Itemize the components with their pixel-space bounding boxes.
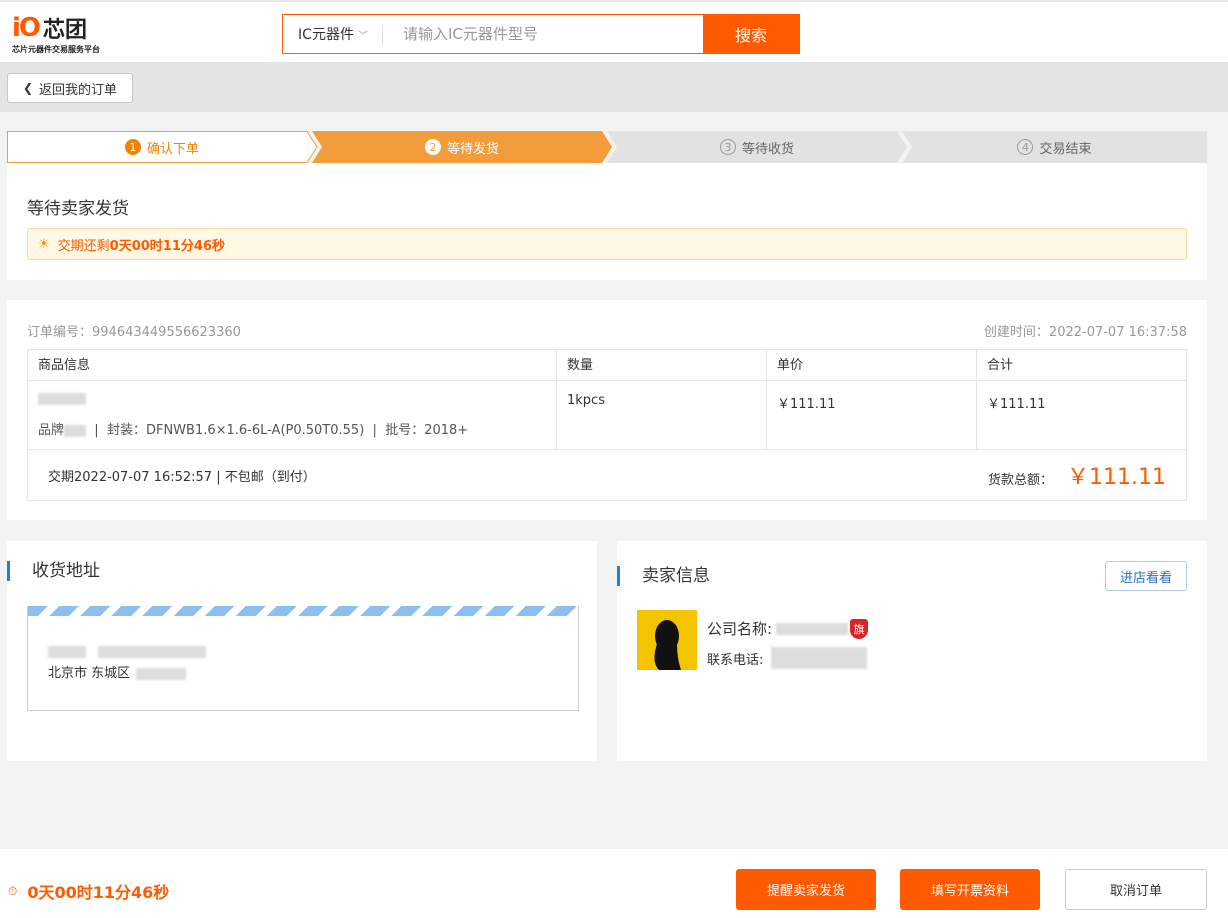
- address-detail-redacted: [136, 667, 187, 680]
- brand-label: 品牌: [38, 423, 65, 438]
- step-trade-complete: 4 交易结束: [902, 131, 1207, 163]
- order-progress-steps: 1 确认下单 2 等待发货 3 等待收货 4 交易结束: [7, 131, 1207, 163]
- timer-icon: ⏱: [8, 883, 18, 898]
- step-label: 等待发货: [446, 141, 499, 157]
- step-label: 等待收货: [741, 141, 794, 157]
- address-line: 北京市 东城区: [48, 662, 187, 681]
- nav-band: [0, 62, 1228, 112]
- unit-price-cell: ￥111.11: [767, 381, 977, 450]
- column-header: 商品信息: [28, 350, 557, 381]
- table-row: 品牌 | 封装：DFNWB1.6×1.6-6L-A(P0.50T0.55) | …: [28, 381, 1186, 450]
- search-category-label: IC元器件: [298, 27, 354, 43]
- seller-avatar: [637, 610, 697, 670]
- product-info-cell: 品牌 | 封装：DFNWB1.6×1.6-6L-A(P0.50T0.55) | …: [28, 381, 557, 450]
- lightbulb-icon: ☀: [38, 236, 50, 252]
- total-amount: ￥111.11: [1067, 465, 1166, 490]
- logo-mark: iO: [12, 13, 41, 43]
- order-number-label: 订单编号：: [27, 325, 93, 340]
- order-total: 货款总额： ￥111.11: [988, 459, 1166, 491]
- brand-redacted: [64, 424, 87, 437]
- delivery-countdown-notice: ☀ 交期还剩 0天00时11分46秒: [27, 228, 1187, 260]
- company-name: 公司名称: 旗: [707, 618, 869, 639]
- search-input[interactable]: [383, 15, 703, 53]
- column-header: 合计: [977, 350, 1186, 381]
- order-number: 订单编号：994643449556623360: [27, 321, 241, 340]
- phone-redacted: [771, 647, 868, 669]
- status-title: 等待卖家发货: [27, 199, 129, 219]
- address-box: 北京市 东城区: [27, 606, 579, 711]
- created-time: 创建时间：2022-07-07 16:37:58: [984, 321, 1187, 340]
- created-time-value: 2022-07-07 16:37:58: [1048, 325, 1187, 340]
- bottom-action-bar: ⏱ 0天00时11分46秒 提醒卖家发货 填写开票资料 取消订单: [0, 849, 1228, 918]
- delivery-info: 交期2022-07-07 16:52:57 | 不包邮（到付）: [48, 469, 316, 485]
- flagship-badge-icon: 旗: [850, 618, 869, 639]
- countdown-timer: ⏱ 0天00时11分46秒: [8, 879, 169, 903]
- step-confirm-order: 1 确认下单: [7, 131, 317, 163]
- batch-value: 2018+: [424, 423, 469, 438]
- package-label: 封装：: [106, 423, 146, 438]
- recipient-phone-redacted: [98, 646, 207, 658]
- table-header: 商品信息 数量 单价 合计: [28, 350, 1186, 381]
- step-label: 确认下单: [146, 141, 199, 157]
- step-number: 2: [424, 139, 441, 155]
- quantity-cell: 1kpcs: [557, 381, 767, 450]
- silhouette-icon: [654, 620, 681, 670]
- order-items-table: 商品信息 数量 单价 合计 品牌 | 封装：DFNWB1.6×1.6-6L-A(…: [27, 349, 1187, 501]
- created-time-label: 创建时间：: [983, 325, 1049, 340]
- company-label: 公司名称:: [707, 620, 773, 638]
- search-bar: IC元器件 ﹀ 搜索: [282, 14, 800, 54]
- recipient-redacted: [48, 644, 207, 660]
- notice-time: 0天00时11分46秒: [109, 238, 225, 254]
- step-number: 4: [1017, 139, 1034, 155]
- order-summary-row: 交期2022-07-07 16:52:57 | 不包邮（到付） 货款总额： ￥1…: [28, 450, 1186, 500]
- address-city: 北京市 东城区: [48, 666, 131, 681]
- column-header: 数量: [557, 350, 767, 381]
- step-awaiting-receipt: 3 等待收货: [607, 131, 907, 163]
- envelope-stripe: [28, 606, 578, 616]
- invoice-info-button[interactable]: 填写开票资料: [900, 869, 1040, 910]
- timer-value: 0天00时11分46秒: [27, 883, 170, 902]
- logo-subtitle: 芯片元器件交易服务平台: [12, 45, 100, 54]
- top-header: iO 芯团 芯片元器件交易服务平台 IC元器件 ﹀ 搜索: [0, 0, 1228, 62]
- visit-shop-button[interactable]: 进店看看: [1105, 561, 1187, 591]
- recipient-name-redacted: [48, 646, 86, 658]
- logo-text: 芯团: [43, 18, 88, 43]
- product-meta: 品牌 | 封装：DFNWB1.6×1.6-6L-A(P0.50T0.55) | …: [38, 423, 469, 438]
- section-title: 卖家信息: [617, 566, 710, 586]
- order-status-card: 等待卖家发货 ☀ 交期还剩 0天00时11分46秒: [7, 163, 1207, 280]
- column-header: 单价: [767, 350, 977, 381]
- step-label: 交易结束: [1039, 141, 1092, 157]
- section-title: 收货地址: [7, 561, 100, 581]
- total-label: 货款总额：: [988, 472, 1054, 488]
- batch-label: 批号：: [385, 423, 425, 438]
- order-detail-card: 订单编号：994643449556623360 创建时间：2022-07-07 …: [7, 300, 1207, 520]
- package-value: DFNWB1.6×1.6-6L-A(P0.50T0.55): [145, 423, 365, 438]
- remind-seller-button[interactable]: 提醒卖家发货: [736, 869, 876, 910]
- search-category-select[interactable]: IC元器件 ﹀: [283, 15, 383, 53]
- back-to-orders-button[interactable]: ❮ 返回我的订单: [7, 73, 133, 103]
- back-label: 返回我的订单: [39, 82, 118, 98]
- step-number: 1: [124, 139, 141, 155]
- step-number: 3: [719, 139, 736, 155]
- shipping-address-card: 收货地址 北京市 东城区: [7, 541, 597, 761]
- notice-prefix: 交期还剩: [57, 238, 110, 254]
- company-name-redacted: [776, 622, 849, 635]
- phone-label: 联系电话:: [707, 652, 764, 668]
- subtotal-cell: ￥111.11: [977, 381, 1186, 450]
- product-name-redacted: [38, 393, 86, 405]
- site-logo[interactable]: iO 芯团 芯片元器件交易服务平台: [12, 13, 122, 58]
- chevron-down-icon: ﹀: [357, 30, 368, 42]
- contact-phone: 联系电话:: [707, 647, 868, 669]
- step-awaiting-shipment: 2 等待发货: [312, 131, 612, 163]
- cancel-order-button[interactable]: 取消订单: [1065, 869, 1207, 910]
- order-number-value: 994643449556623360: [92, 325, 241, 340]
- search-button[interactable]: 搜索: [703, 15, 799, 53]
- chevron-left-icon: ❮: [22, 81, 34, 95]
- seller-info-card: 卖家信息 进店看看 公司名称: 旗 联系电话:: [617, 541, 1207, 761]
